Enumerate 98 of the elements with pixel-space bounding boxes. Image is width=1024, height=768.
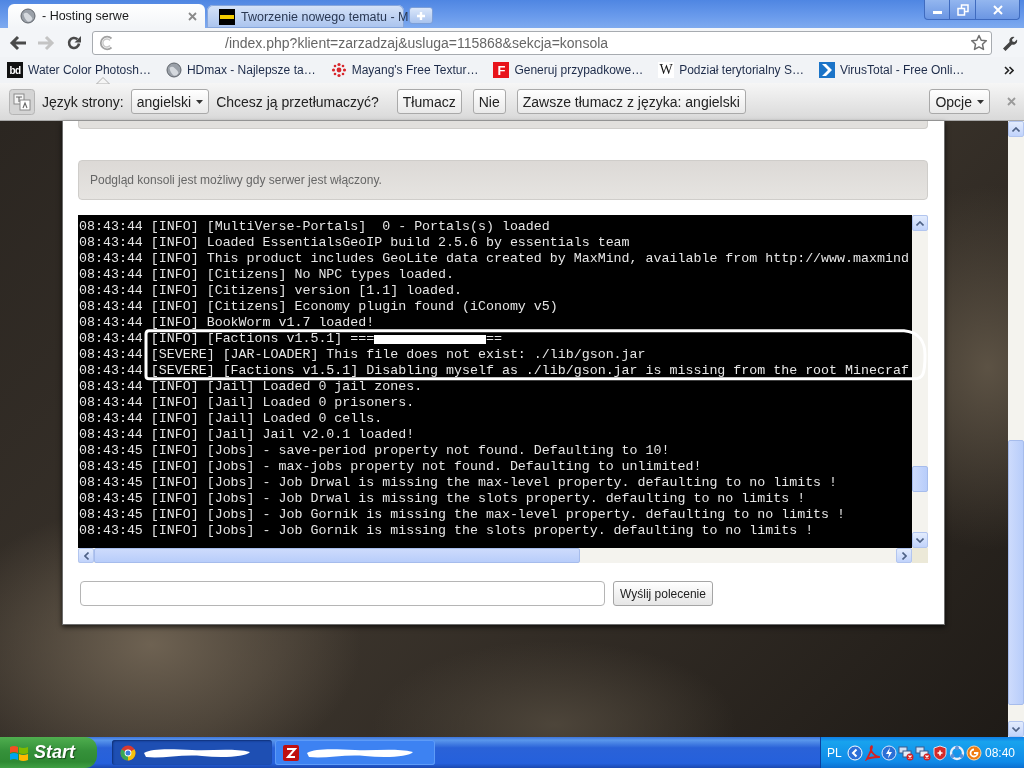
console-line: 08:43:44 [INFO] [Jail] Loaded 0 cells. — [79, 411, 383, 427]
scroll-up-button[interactable] — [912, 215, 928, 231]
network-error-icon[interactable] — [897, 744, 914, 761]
bookmark-star-button[interactable] — [970, 33, 988, 52]
console-line: 08:43:44 [INFO] BookWorm v1.7 loaded! — [79, 315, 375, 331]
restore-button[interactable] — [950, 0, 976, 20]
scroll-down-button[interactable] — [1008, 721, 1024, 737]
console-line: 08:43:45 [INFO] [Jobs] - Job Drwal is missing the max-level property. defaulting to no limits ! — [79, 475, 838, 491]
circle-swirl-icon[interactable] — [965, 744, 982, 761]
arrow-left-icon — [83, 551, 89, 560]
console-line: 08:43:45 [INFO] [Jobs] - Job Gornik is missing the slots property. defaulting to no limits ! — [79, 523, 814, 539]
close-icon — [991, 3, 1004, 16]
address-bar[interactable]: /index.php?klient=zarzadzaj&usluga=115868&sekcja=konsola — [92, 30, 992, 55]
site-logo: F — [493, 62, 510, 78]
translate-icon — [9, 88, 35, 115]
chevron-icon — [1004, 65, 1014, 75]
site-logo: bd — [7, 62, 23, 78]
new-tab-button[interactable] — [409, 7, 433, 24]
infobar-button[interactable]: Zawsze tłumacz z języka: angielski — [516, 89, 746, 114]
console-line: 08:43:44 [INFO] [Citizens] Economy plugin found (iConomy v5) — [79, 299, 558, 315]
more-bookmarks-button[interactable] — [1004, 65, 1014, 75]
show-hidden-icons-icon[interactable] — [846, 744, 863, 761]
infobar-question: Chcesz ją przetłumaczyć? — [216, 93, 379, 110]
language-dropdown[interactable]: angielski — [130, 89, 210, 114]
star-icon — [970, 33, 988, 52]
arrow-up-icon — [1012, 126, 1020, 132]
infobar-label: Język strony: — [42, 93, 124, 110]
console-line: 08:43:44 [INFO] This product includes GeoLite data created by MaxMind, available from http://www.maxmind — [79, 251, 909, 267]
shield-icon[interactable] — [931, 744, 948, 761]
console-line-fragment: == — [485, 331, 502, 347]
clock: 08:40 — [984, 745, 1015, 760]
console-line: 08:43:44 [INFO] [Citizens] No NPC types loaded. — [79, 267, 455, 283]
minimize-button[interactable] — [924, 0, 950, 20]
console-line: 08:43:45 [INFO] [Jobs] - max-jobs property not found. Defaulting to unlimited! — [79, 459, 702, 475]
chrome-icon — [120, 744, 136, 761]
close-icon[interactable] — [188, 11, 197, 21]
bookmark[interactable]: bd Water Color Photosh… — [7, 62, 151, 78]
console-line: 08:43:45 [INFO] [Jobs] - save-period property not found. Defaulting to 10! — [79, 443, 670, 459]
arrow-right-icon — [37, 34, 55, 51]
options-dropdown[interactable]: Opcje — [929, 89, 990, 114]
console-line: 08:43:44 [INFO] [Jail] Jail v2.0.1 loaded! — [79, 427, 415, 443]
lightning-icon[interactable] — [880, 744, 897, 761]
scroll-thumb[interactable] — [1008, 440, 1024, 705]
globe-icon — [20, 8, 36, 24]
console-line: 08:43:44 [SEVERE] [Factions v1.5.1] Disabling myself as ./lib/gson.jar is missing from the root Minecraf — [79, 363, 909, 379]
restore-icon — [956, 3, 969, 16]
network-error-icon[interactable] — [914, 744, 931, 761]
minimize-icon — [932, 11, 942, 14]
arrow-down-icon — [916, 537, 924, 543]
console-line: 08:43:45 [INFO] [Jobs] - Job Gornik is missing the max-level property. defaulting to no limits ! — [79, 507, 846, 523]
arrow-left-icon — [9, 34, 27, 51]
scrollbar-corner — [912, 548, 928, 563]
console-line: 08:43:44 [INFO] [MultiVerse-Portals] 0 - Portals(s) loaded — [79, 219, 550, 235]
console-line: 08:43:44 [INFO] [Jail] Loaded 0 prisoners. — [79, 395, 415, 411]
scroll-right-button[interactable] — [896, 548, 912, 563]
arrow-up-icon — [916, 220, 924, 226]
scroll-up-button[interactable] — [1008, 121, 1024, 137]
notice-text: Podgląd konsoli jest możliwy gdy serwer jest włączony. — [90, 173, 382, 187]
console-line: 08:43:44 [SEVERE] [JAR-LOADER] This file does not exist: ./lib/gson.jar — [79, 347, 646, 363]
ring-icon[interactable] — [948, 744, 965, 761]
infobar-button[interactable]: Tłumacz — [396, 89, 462, 114]
console-line: 08:43:44 [INFO] [Citizens] version [1.1] loaded. — [79, 283, 462, 299]
dots-icon — [330, 62, 347, 78]
caret-icon — [196, 99, 204, 104]
taskbar-button[interactable] — [112, 740, 272, 765]
bookmark[interactable]: Mayang's Free Textur… — [330, 62, 479, 78]
bookmark[interactable]: W Podział terytorialny S… — [658, 62, 804, 78]
console-line: 08:43:45 [INFO] [Jobs] - Job Drwal is missing the slots property. defaulting to no limits ! — [79, 491, 806, 507]
console-line: 08:43:44 [INFO] [Factions v1.5.1] === — [79, 331, 375, 347]
send-command-button[interactable]: Wyślij polecenie — [613, 581, 713, 606]
scroll-left-button[interactable] — [78, 548, 94, 563]
site-logo: W — [658, 62, 675, 78]
globe-icon — [165, 62, 182, 78]
scroll-thumb[interactable] — [912, 466, 928, 492]
chevron-tile-icon — [818, 62, 835, 78]
command-input[interactable] — [80, 581, 605, 606]
arrow-right-icon — [901, 551, 907, 560]
console-line: 08:43:44 [INFO] [Jail] Loaded 0 jail zones. — [79, 379, 423, 395]
reload-icon — [66, 34, 82, 51]
scroll-down-button[interactable] — [912, 532, 928, 548]
taskbar-button[interactable] — [275, 740, 435, 765]
site-icon — [99, 34, 115, 51]
bookmark[interactable]: HDmax - Najlepsze ta… — [165, 62, 316, 78]
start-button[interactable]: Start — [0, 737, 97, 768]
bookmark[interactable]: VirusTotal - Free Onli… — [818, 62, 965, 78]
plus-icon — [416, 10, 426, 21]
app-icon — [283, 744, 299, 761]
scroll-thumb[interactable] — [94, 548, 580, 563]
console-line: 08:43:44 [INFO] Loaded EssentialsGeoIP build 2.5.6 by essentials team — [79, 235, 630, 251]
arrow-down-icon — [1012, 726, 1020, 732]
bookmark[interactable]: F Generuj przypadkowe… — [493, 62, 644, 78]
tab[interactable]: - Hosting serwe — [8, 4, 205, 28]
caret-icon — [977, 99, 984, 104]
close-button[interactable] — [976, 0, 1020, 20]
logo-icon — [219, 8, 235, 25]
url-text: /index.php?klient=zarzadzaj&usluga=115868&sekcja=konsola — [225, 34, 610, 51]
infobar-button[interactable]: Nie — [472, 89, 506, 114]
windows-flag-icon — [9, 743, 29, 762]
